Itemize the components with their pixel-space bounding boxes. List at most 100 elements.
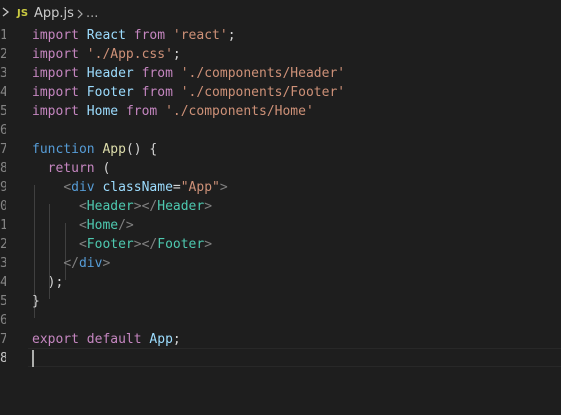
code-line[interactable]: 1 import React from 'react';: [0, 26, 561, 45]
code-token: className: [102, 180, 173, 195]
code-line[interactable]: 4 import Footer from './components/Footer…: [0, 83, 561, 102]
code-token: App: [149, 332, 173, 347]
line-number: 8: [0, 351, 6, 366]
code-token: from: [141, 85, 173, 100]
line-number: 1: [0, 28, 6, 43]
code-line[interactable]: 1 <Home/>: [0, 216, 561, 235]
code-token: from: [141, 66, 173, 81]
code-token: export: [32, 332, 79, 347]
code-token: >: [204, 237, 213, 252]
code-line[interactable]: 8: [0, 349, 561, 368]
code-token: default: [86, 332, 142, 347]
code-line[interactable]: 2 import './App.css';: [0, 45, 561, 64]
line-number: 2: [0, 47, 6, 62]
code-line[interactable]: 3 </div>: [0, 254, 561, 273]
code-token: }: [32, 294, 40, 309]
code-token: Header: [86, 199, 134, 214]
code-line[interactable]: 8 return (: [0, 159, 561, 178]
code-line[interactable]: 0 <Header></Header>: [0, 197, 561, 216]
code-token: Footer: [86, 237, 134, 252]
line-number: 4: [0, 85, 6, 100]
code-token: =: [172, 180, 181, 195]
code-token: import: [32, 85, 79, 100]
code-token: ></: [133, 237, 158, 252]
code-line[interactable]: 6: [0, 311, 561, 330]
code-line[interactable]: 5 import Home from './components/Home': [0, 102, 561, 121]
breadcrumb-file[interactable]: App.js: [34, 6, 74, 21]
line-number: 6: [0, 313, 6, 328]
line-number: 8: [0, 161, 6, 176]
line-number: 3: [0, 66, 6, 81]
code-text: import React from 'react';: [32, 26, 236, 45]
code-token: >: [204, 199, 213, 214]
code-token: from: [133, 28, 166, 43]
code-line[interactable]: 3 import Header from './components/Header…: [0, 64, 561, 83]
line-number: 6: [0, 123, 6, 138]
code-token: Home: [86, 218, 119, 233]
code-line[interactable]: 4 );: [0, 273, 561, 292]
code-token: Home: [86, 104, 119, 119]
line-number: 0: [0, 199, 6, 214]
code-text: );: [32, 273, 64, 292]
code-token: Header: [157, 199, 205, 214]
code-line[interactable]: 9 <div className="App">: [0, 178, 561, 197]
line-number: 7: [0, 332, 6, 347]
code-token: );: [32, 275, 64, 290]
code-token: div: [71, 180, 95, 195]
code-token: './components/Header': [180, 66, 346, 81]
code-line[interactable]: 5}: [0, 292, 561, 311]
code-line[interactable]: 7 function App() {: [0, 140, 561, 159]
code-token: Header: [86, 66, 134, 81]
code-token: from: [125, 104, 158, 119]
js-file-icon: JS: [17, 8, 29, 19]
line-number: 7: [0, 142, 6, 157]
code-line[interactable]: 6: [0, 121, 561, 140]
code-token: './App.css': [86, 47, 173, 62]
code-token: div: [78, 256, 103, 271]
code-text: }: [32, 292, 40, 311]
code-token: Footer: [157, 237, 205, 252]
code-text: function App() {: [32, 140, 157, 159]
line-number: 5: [0, 104, 6, 119]
code-token: return: [47, 161, 95, 176]
code-token: import: [32, 28, 79, 43]
code-token: () {: [125, 142, 158, 157]
code-token: <: [78, 237, 87, 252]
code-line[interactable]: 7 export default App;: [0, 330, 561, 349]
code-text: import Header from './components/Header': [32, 64, 345, 83]
line-number: 3: [0, 256, 6, 271]
code-token: >: [102, 256, 111, 271]
code-line[interactable]: 2 <Footer></Footer>: [0, 235, 561, 254]
code-token: React: [86, 28, 126, 43]
code-token: './components/Home': [165, 104, 314, 119]
code-text: import './App.css';: [32, 45, 181, 64]
code-text: return (: [32, 159, 111, 178]
code-token: Footer: [86, 85, 134, 100]
code-token: './components/Footer': [180, 85, 346, 100]
code-token: import: [32, 66, 79, 81]
code-token: "App": [180, 180, 220, 195]
code-token: </: [63, 256, 79, 271]
code-token: >: [219, 180, 228, 195]
breadcrumb-symbol[interactable]: ...: [86, 6, 98, 21]
code-token: <: [78, 218, 87, 233]
chevron-right-icon[interactable]: [1, 5, 11, 19]
code-token: (: [94, 161, 111, 176]
code-text: import Home from './components/Home': [32, 102, 314, 121]
code-text: <Footer></Footer>: [32, 235, 212, 254]
code-text: export default App;: [32, 330, 181, 349]
line-number: 5: [0, 294, 6, 309]
code-editor[interactable]: 1 import React from 'react'; 2 import './Ap…: [0, 26, 561, 415]
